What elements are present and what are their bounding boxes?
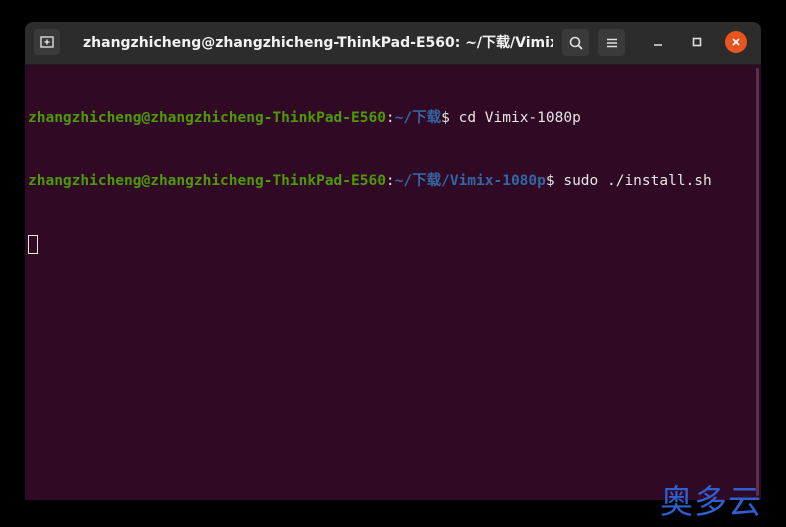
prompt-path: ~/下载 <box>394 110 442 126</box>
search-icon <box>569 36 583 50</box>
maximize-button[interactable] <box>686 31 708 53</box>
new-tab-button[interactable] <box>34 29 60 55</box>
scrollbar[interactable] <box>756 68 759 496</box>
command-text: sudo ./install.sh <box>563 173 712 189</box>
title-bar[interactable]: zhangzhicheng@zhangzhicheng-ThinkPad-E56… <box>25 22 761 65</box>
prompt-symbol: $ <box>441 110 459 126</box>
hamburger-menu-icon <box>606 38 617 47</box>
terminal-line: zhangzhicheng@zhangzhicheng-ThinkPad-E56… <box>28 171 761 192</box>
prompt-path: ~/下载/Vimix-1080p <box>394 173 546 189</box>
minimize-icon <box>654 44 662 46</box>
new-tab-icon <box>40 36 54 48</box>
terminal-cursor-line <box>28 234 761 255</box>
search-button[interactable] <box>562 29 589 56</box>
close-button[interactable] <box>725 31 747 53</box>
prompt-separator: : <box>385 110 395 126</box>
prompt-separator: : <box>385 173 395 189</box>
terminal-window: zhangzhicheng@zhangzhicheng-ThinkPad-E56… <box>25 22 761 500</box>
prompt-user-host: zhangzhicheng@zhangzhicheng-ThinkPad-E56… <box>28 173 386 189</box>
text-cursor <box>28 235 38 254</box>
prompt-user-host: zhangzhicheng@zhangzhicheng-ThinkPad-E56… <box>28 110 386 126</box>
menu-button[interactable] <box>598 29 625 56</box>
command-text: cd Vimix-1080p <box>458 110 581 126</box>
minimize-button[interactable] <box>647 31 669 53</box>
window-title: zhangzhicheng@zhangzhicheng-ThinkPad-E56… <box>83 35 553 51</box>
watermark-logo: 奥多云 <box>660 482 762 521</box>
prompt-symbol: $ <box>545 173 564 189</box>
maximize-icon <box>692 37 702 47</box>
terminal-line: zhangzhicheng@zhangzhicheng-ThinkPad-E56… <box>28 108 761 129</box>
close-icon <box>732 38 740 46</box>
terminal-output[interactable]: zhangzhicheng@zhangzhicheng-ThinkPad-E56… <box>25 65 761 500</box>
